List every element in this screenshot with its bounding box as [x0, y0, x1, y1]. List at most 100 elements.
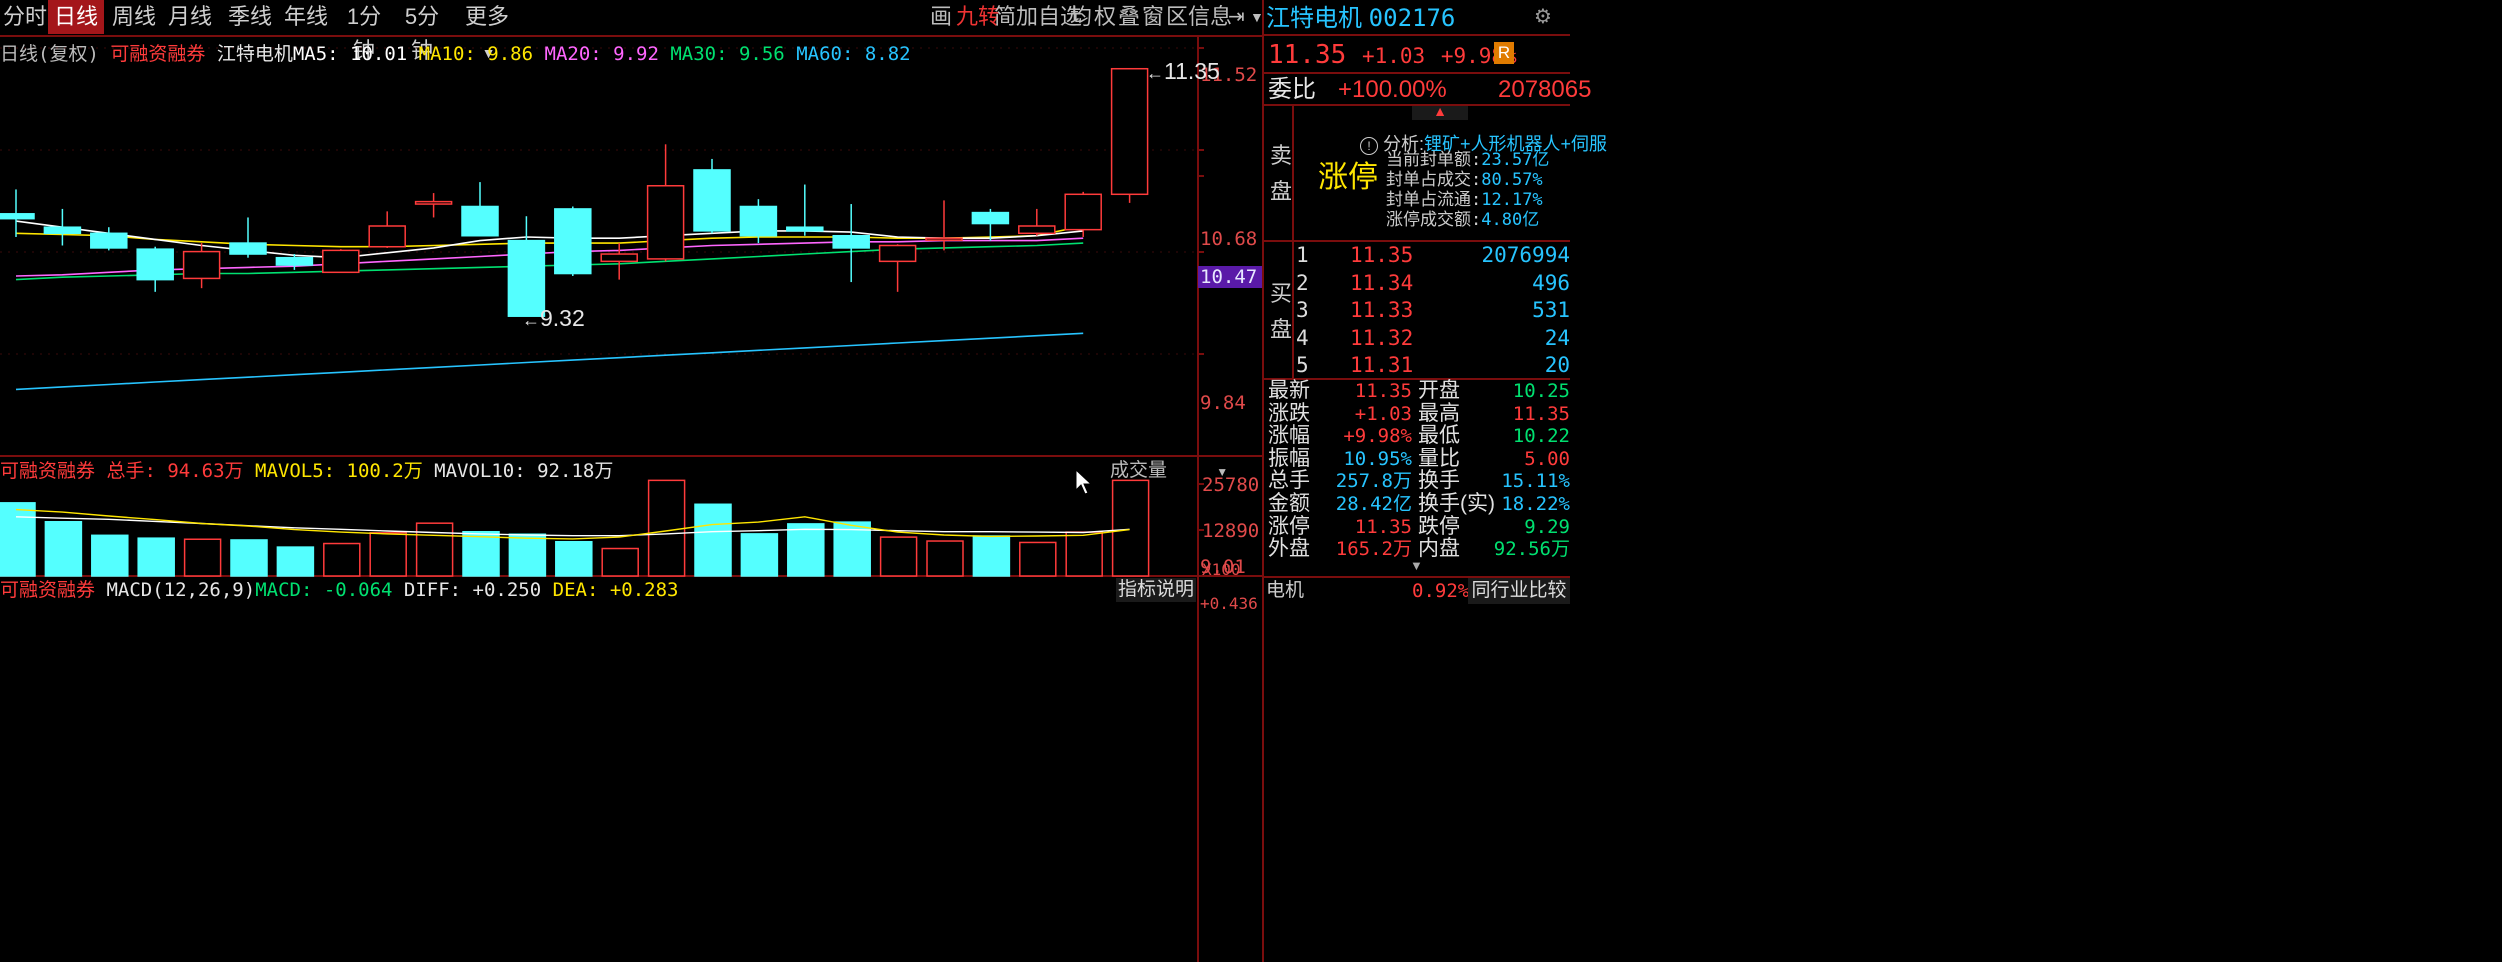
- bid-row[interactable]: 2 11.34 496: [1296, 270, 1570, 298]
- candle-body: [368, 225, 406, 248]
- volume-bar: [0, 502, 36, 577]
- bid-row[interactable]: 1 11.35 2076994: [1296, 242, 1570, 270]
- quote-label: 最新: [1268, 379, 1310, 402]
- quote-value: 10.25: [1512, 380, 1570, 402]
- quote-row: 涨幅 +9.98% 最低 10.22: [1268, 425, 1570, 448]
- quote-value: 11.35: [1512, 402, 1570, 425]
- high-arrow-icon: ←: [1146, 63, 1164, 83]
- quote-table: 最新 11.35 开盘 10.25 涨跌 +1.03 最高 11.35 涨幅 +9.98% 最低 10…: [1268, 379, 1570, 561]
- candle-body: [786, 226, 824, 232]
- quote-label: 跌停: [1418, 514, 1460, 538]
- limit-info-list: 当前封单额:23.57亿 封单占成交:80.57% 封单占流通:12.17% 涨…: [1386, 150, 1549, 230]
- quote-label: 量比: [1418, 446, 1460, 470]
- volume-bar: [787, 523, 825, 577]
- quote-value: 257.8万: [1335, 470, 1412, 493]
- indicator-selector-label: 成交量: [1110, 460, 1168, 481]
- volume-bar: [91, 534, 129, 577]
- candle-body: [971, 211, 1010, 225]
- candle-body: [1018, 225, 1056, 235]
- volume-bar: [879, 536, 918, 577]
- limit-up-status: 涨停: [1318, 161, 1378, 194]
- ma10-label: MA10: 9.86: [418, 43, 534, 65]
- margin-tag: 可融资融券: [110, 43, 206, 65]
- macd-legend: 可融资融券 MACD(12,26,9)MACD: -0.064 DIFF: +0…: [0, 578, 679, 602]
- candle-body: [229, 242, 267, 255]
- volume-bar: [1065, 531, 1103, 577]
- volume-bar: [926, 540, 964, 577]
- limit-info-row: 封单占成交:80.57%: [1386, 170, 1543, 190]
- candle-body: [0, 213, 35, 220]
- volume-bar: [183, 538, 222, 577]
- ma20-label: MA20: 9.92: [544, 43, 659, 65]
- volume-bar: [1019, 541, 1057, 577]
- period-label: 日线(复权): [0, 43, 99, 65]
- ma30-label: MA30: 9.56: [670, 43, 785, 65]
- collapse-up-icon[interactable]: ▲: [1412, 104, 1468, 120]
- volume-bar: [230, 539, 268, 577]
- info-icon[interactable]: !: [1360, 137, 1378, 155]
- quote-value: 9.29: [1524, 515, 1570, 538]
- macd-margin-tag: 可融资融券: [0, 579, 96, 601]
- candle-body: [693, 169, 731, 232]
- candle-body: [600, 253, 638, 263]
- industry-compare-button[interactable]: 同行业比较: [1468, 578, 1570, 604]
- quote-row: 最新 11.35 开盘 10.25: [1268, 379, 1570, 403]
- volume-total: 总手: 94.63万: [106, 460, 244, 482]
- stock-name-label: 江特电机: [216, 43, 293, 65]
- low-arrow-icon: ←: [522, 310, 540, 330]
- dea-value: DEA: +0.283: [552, 579, 679, 601]
- sector-change: 0.92%: [1412, 580, 1470, 602]
- bid-row[interactable]: 3 11.33 531: [1296, 297, 1570, 325]
- macd-params: MACD(12,26,9): [106, 579, 256, 601]
- limit-info-row: 涨停成交额:4.80亿: [1386, 210, 1540, 230]
- macd-axis-top: +0.436: [1200, 594, 1258, 613]
- expand-down-icon[interactable]: ▼: [1410, 558, 1423, 573]
- stock-name: 江特电机: [1266, 5, 1362, 32]
- quote-value: +1.03: [1354, 402, 1412, 425]
- candle-body: [275, 256, 314, 266]
- quote-value: 28.42亿: [1335, 492, 1412, 515]
- candle-body: [182, 250, 221, 280]
- rongquan-badge: R: [1494, 42, 1514, 64]
- quote-value: 11.35: [1354, 380, 1412, 402]
- quote-value: +9.98%: [1343, 425, 1412, 448]
- quote-value: 165.2万: [1335, 538, 1412, 561]
- candle-body: [414, 200, 453, 205]
- bid-row[interactable]: 4 11.32 24: [1296, 325, 1570, 353]
- quote-row: 涨停 11.35 跌停 9.29: [1268, 514, 1570, 539]
- volume-bar: [44, 521, 83, 577]
- settings-gear-icon[interactable]: ⚙: [1534, 4, 1552, 29]
- order-ratio-volume: 2078065: [1498, 76, 1592, 103]
- sell-side-label: 卖 盘: [1270, 143, 1293, 204]
- quote-label: 涨幅: [1268, 424, 1310, 448]
- last-price: 11.35: [1268, 40, 1347, 70]
- sector-name[interactable]: 电机: [1266, 578, 1304, 604]
- ma30-line: [15, 242, 1084, 281]
- volume-legend: 可融资融券 总手: 94.63万 MAVOL5: 100.2万 MAVOL10:…: [0, 458, 613, 484]
- ma60-line: [15, 332, 1084, 391]
- quote-row: 涨跌 +1.03 最高 11.35: [1268, 402, 1570, 426]
- quote-label: 总手: [1268, 469, 1310, 493]
- high-marker-label: ←11.35: [1146, 58, 1220, 84]
- quote-label: 换手(实): [1418, 491, 1495, 515]
- candle-body: [739, 205, 778, 237]
- price-axis-2: 10.68: [1200, 228, 1258, 250]
- volume-axis-top: 25780: [1202, 474, 1260, 496]
- diff-value: DIFF: +0.250: [403, 579, 542, 601]
- ma60-label: MA60: 8.82: [796, 43, 911, 65]
- volume-bar: [647, 479, 686, 577]
- price-marker-badge: 10.47: [1198, 266, 1264, 288]
- price-axis-3: 9.84: [1200, 392, 1246, 414]
- price-summary: 11.35 +1.03 +9.98%: [1268, 40, 1517, 70]
- mavol10-line: [15, 516, 1130, 537]
- volume-bar: [601, 547, 639, 577]
- volume-axis-mid: 12890: [1202, 520, 1260, 542]
- candle-body: [90, 232, 128, 249]
- quote-value: 18.22%: [1501, 492, 1570, 515]
- volume-bar: [415, 522, 454, 577]
- candle-body: [1110, 67, 1149, 196]
- ma5-label: MA5: 10.01: [292, 43, 408, 65]
- order-ratio-label: 委比: [1268, 76, 1316, 103]
- bid-row[interactable]: 5 11.31 20: [1296, 352, 1570, 380]
- indicator-help-button[interactable]: 指标说明: [1116, 578, 1196, 602]
